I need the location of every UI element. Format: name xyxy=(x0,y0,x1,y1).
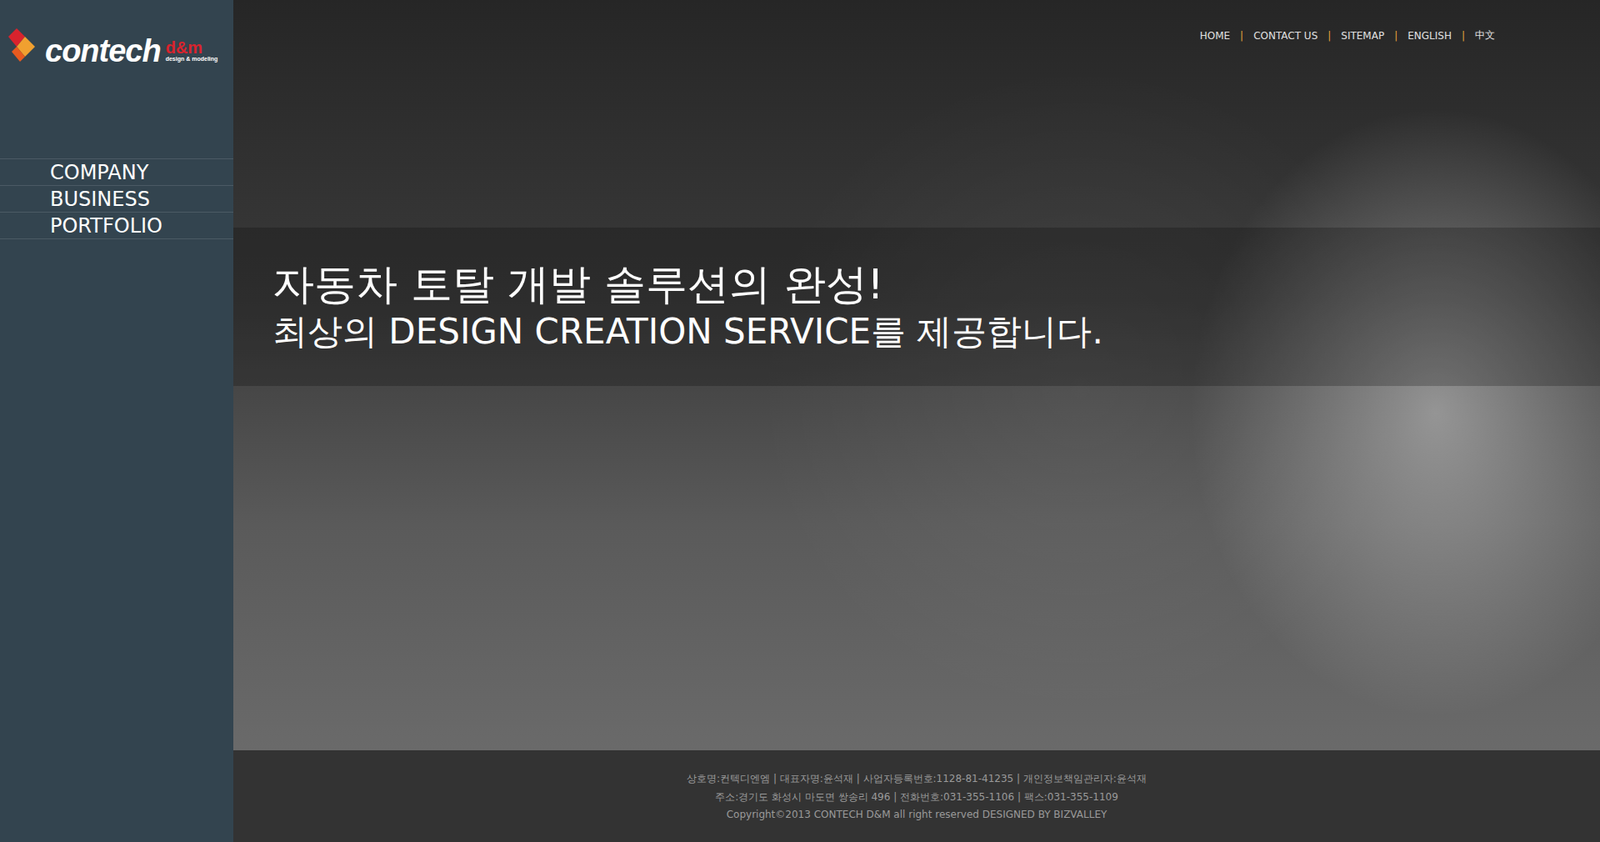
main-visual: HOME | CONTACT US | SITEMAP | ENGLISH | 中文 자동차 토탈… xyxy=(233,0,1600,750)
top-link[interactable]: SITEMAP xyxy=(1340,30,1385,42)
link-separator: | xyxy=(1461,30,1465,42)
sidebar: contechd&mdesign & modeling COMPANYBUSINE… xyxy=(0,0,234,842)
content: HOME | CONTACT US | SITEMAP | ENGLISH | 中文 자동차 토탈… xyxy=(233,0,1600,842)
link-separator: | xyxy=(1394,30,1398,42)
top-link[interactable]: ENGLISH xyxy=(1407,30,1452,42)
logo-tagline: design & modeling xyxy=(165,55,219,63)
sidebar-item[interactable]: COMPANY xyxy=(0,159,234,186)
link-separator: | xyxy=(1240,30,1244,42)
sidebar-item[interactable]: BUSINESS xyxy=(0,185,234,213)
footer-line: Copyright©2013 CONTECH D&M all right res… xyxy=(726,808,1108,820)
top-link[interactable]: CONTACT US xyxy=(1253,30,1318,42)
sidebar-item[interactable]: PORTFOLIO xyxy=(0,212,234,240)
footer-line: 상호명:컨텍디엔엠 | 대표자명:윤석재 | 사업자등록번호:1128-81-4… xyxy=(686,771,1147,786)
hero-subtitle: 최상의 DESIGN CREATION SERVICE를 제공합니다. xyxy=(272,310,1567,353)
logo-name: contech xyxy=(45,35,161,67)
sidebar-menu: COMPANYBUSINESSPORTFOLIO xyxy=(0,158,234,240)
top-links: HOME | CONTACT US | SITEMAP | ENGLISH | 中文 xyxy=(233,0,1600,43)
logo-suffix: d&m xyxy=(165,39,219,56)
top-link[interactable]: 中文 xyxy=(1475,28,1495,43)
hero-title: 자동차 토탈 개발 솔루션의 완성! xyxy=(272,259,1567,310)
footer-line: 주소:경기도 화성시 마도면 쌍송리 496 | 전화번호:031-355-11… xyxy=(715,790,1119,805)
logo-icon xyxy=(8,26,44,64)
footer: 상호명:컨텍디엔엠 | 대표자명:윤석재 | 사업자등록번호:1128-81-4… xyxy=(233,750,1600,842)
logo[interactable]: contechd&mdesign & modeling xyxy=(0,0,234,159)
link-separator: | xyxy=(1327,30,1331,42)
logo-row: contechd&mdesign & modeling xyxy=(8,23,218,67)
top-link[interactable]: HOME xyxy=(1200,30,1230,42)
logo-suffix-box: d&mdesign & modeling xyxy=(165,39,219,63)
page: contechd&mdesign & modeling COMPANYBUSINE… xyxy=(0,0,1600,842)
hero-band: 자동차 토탈 개발 솔루션의 완성!최상의 DESIGN CREATION SE… xyxy=(233,227,1600,386)
